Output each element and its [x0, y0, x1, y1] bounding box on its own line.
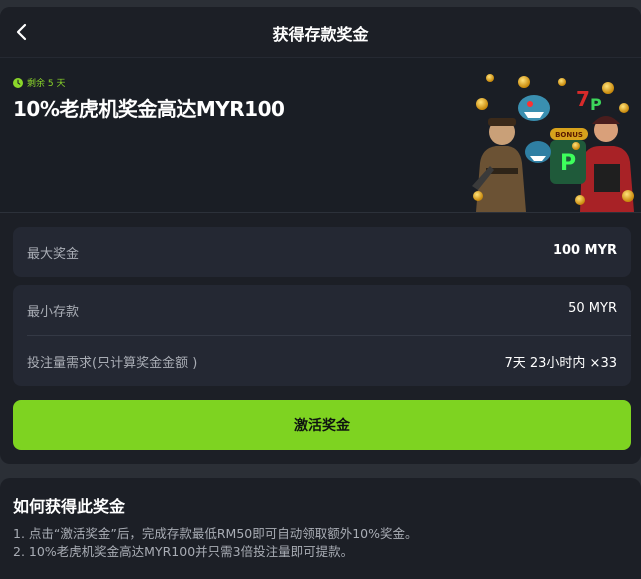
promo-title: 10%老虎机奖金高达MYR100 — [13, 97, 285, 121]
requirements-card: 最小存款 50 MYR 投注量需求(只计算奖金金额 ) 7天 23小时内 ×33 — [13, 285, 631, 386]
max-bonus-value: 100 MYR — [552, 243, 617, 258]
header-bar: 获得存款奖金 — [0, 7, 641, 58]
wagering-value: 7天 23小时内 ×33 — [504, 356, 617, 371]
min-deposit-label: 最小存款 — [27, 305, 80, 320]
expiry-text: 剩余 5 天 — [27, 79, 66, 89]
min-deposit-value: 50 MYR — [568, 301, 617, 316]
bonus-panel: 获得存款奖金 剩余 5 天 10%老虎机奖金高达MYR100 P BONUS 7… — [0, 7, 641, 464]
clock-icon — [13, 77, 23, 88]
promo-banner: 剩余 5 天 10%老虎机奖金高达MYR100 P BONUS 7 P — [0, 58, 641, 213]
max-bonus-row: 最大奖金 100 MYR — [13, 227, 631, 277]
wagering-label: 投注量需求(只计算奖金金额 ) — [27, 356, 198, 371]
activate-bonus-button[interactable]: 激活奖金 — [13, 400, 631, 450]
max-bonus-label: 最大奖金 — [27, 247, 80, 262]
slot-characters-image: P BONUS 7 P — [472, 74, 634, 212]
svg-text:P: P — [590, 95, 602, 114]
how-to-step: 2. 10%老虎机奖金高达MYR100并只需3倍投注量即可提款。 — [13, 544, 354, 559]
how-to-title: 如何获得此奖金 — [13, 497, 126, 516]
wagering-row: 投注量需求(只计算奖金金额 ) 7天 23小时内 ×33 — [13, 336, 631, 386]
max-bonus-card: 最大奖金 100 MYR — [13, 227, 631, 277]
page-title: 获得存款奖金 — [272, 25, 369, 44]
how-to-step: 1. 点击“激活奖金”后，完成存款最低RM50即可自动领取额外10%奖金。 — [13, 526, 418, 541]
svg-text:BONUS: BONUS — [555, 131, 583, 139]
expiry-badge: 剩余 5 天 — [13, 76, 65, 89]
activate-bonus-label: 激活奖金 — [294, 418, 350, 434]
svg-text:7: 7 — [576, 87, 590, 111]
svg-text:P: P — [560, 151, 576, 176]
min-deposit-row: 最小存款 50 MYR — [13, 285, 631, 335]
how-to-section: 如何获得此奖金 1. 点击“激活奖金”后，完成存款最低RM50即可自动领取额外1… — [0, 478, 641, 579]
